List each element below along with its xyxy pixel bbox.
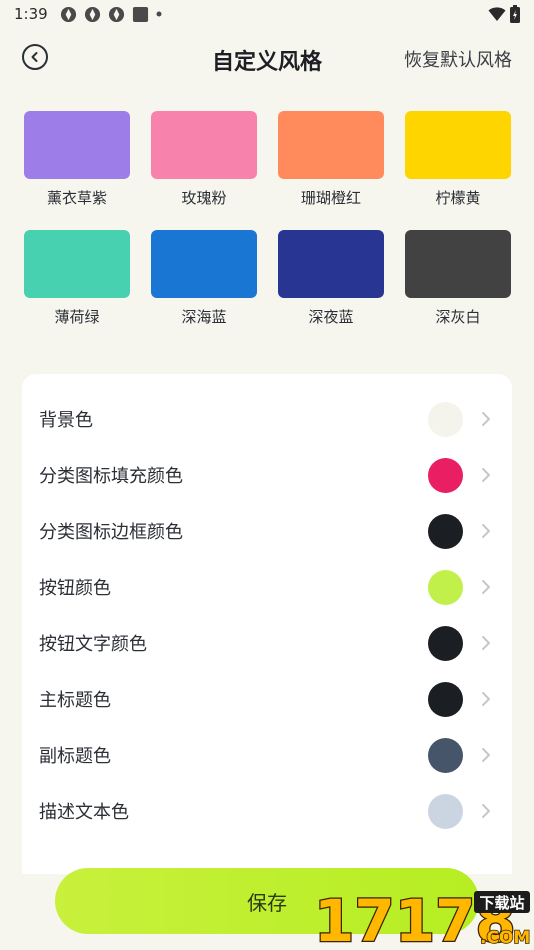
setting-label: 按钮文字颜色 — [39, 634, 147, 655]
chevron-right-icon — [482, 580, 490, 594]
notification-icons — [60, 6, 162, 23]
preset-swatch — [151, 111, 257, 179]
watermark-tag: 下载站 — [479, 894, 524, 912]
color-preview-dot — [428, 793, 463, 829]
setting-row-subtitle-color[interactable]: 副标题色 — [22, 727, 512, 783]
preset-swatch — [405, 111, 511, 179]
color-preview-dot — [428, 681, 463, 717]
color-preview-dot — [428, 457, 463, 493]
wifi-icon — [488, 7, 506, 21]
preset-label: 珊瑚橙红 — [300, 189, 361, 207]
preset-swatch — [278, 111, 384, 179]
preset-label: 深海蓝 — [181, 308, 227, 326]
status-bar: 1:39 — [0, 0, 534, 28]
setting-row-title-color[interactable]: 主标题色 — [22, 671, 512, 727]
more-notifications-dot-icon — [156, 11, 162, 17]
preset-label: 薰衣草紫 — [46, 189, 107, 207]
color-preview-dot — [428, 569, 463, 605]
preset-midnight-blue[interactable]: 深夜蓝 — [278, 230, 384, 327]
reset-default-style-button[interactable]: 恢复默认风格 — [404, 46, 512, 72]
setting-row-button-color[interactable]: 按钮颜色 — [22, 559, 512, 615]
setting-label: 主标题色 — [39, 690, 111, 711]
preset-label: 柠檬黄 — [435, 189, 481, 207]
color-preview-dot — [428, 401, 463, 437]
header: 自定义风格 恢复默认风格 — [0, 36, 534, 80]
setting-label: 分类图标边框颜色 — [39, 522, 183, 543]
battery-icon — [510, 5, 520, 23]
chevron-right-icon — [482, 804, 490, 818]
preset-grid: 薰衣草紫 玫瑰粉 珊瑚橙红 柠檬黄 薄荷绿 深海蓝 深夜蓝 深灰白 — [24, 111, 511, 327]
chevron-right-icon — [482, 748, 490, 762]
preset-swatch — [405, 230, 511, 298]
preset-dark-gray[interactable]: 深灰白 — [405, 230, 511, 327]
preset-label: 薄荷绿 — [54, 308, 100, 326]
setting-label: 分类图标填充颜色 — [39, 466, 183, 487]
setting-label: 背景色 — [39, 410, 93, 431]
preset-swatch — [24, 111, 130, 179]
setting-row-description-text-color[interactable]: 描述文本色 — [22, 783, 512, 839]
setting-row-background[interactable]: 背景色 — [22, 391, 512, 447]
setting-row-category-icon-fill[interactable]: 分类图标填充颜色 — [22, 447, 512, 503]
preset-coral-orange[interactable]: 珊瑚橙红 — [278, 111, 384, 208]
preset-swatch — [151, 230, 257, 298]
preset-deep-sea-blue[interactable]: 深海蓝 — [151, 230, 257, 327]
setting-label: 按钮颜色 — [39, 578, 111, 599]
preset-lavender[interactable]: 薰衣草紫 — [24, 111, 130, 208]
preset-mint-green[interactable]: 薄荷绿 — [24, 230, 130, 327]
status-time: 1:39 — [14, 5, 48, 23]
notification-app-icon — [108, 6, 124, 22]
preset-label: 深灰白 — [435, 308, 481, 326]
chevron-right-icon — [482, 692, 490, 706]
setting-label: 描述文本色 — [39, 802, 129, 823]
notification-app-icon — [60, 6, 76, 22]
preset-label: 深夜蓝 — [308, 308, 354, 326]
preset-rose-pink[interactable]: 玫瑰粉 — [151, 111, 257, 208]
notification-square-icon — [132, 6, 148, 22]
watermark-domain: .COM — [480, 928, 530, 948]
preset-label: 玫瑰粉 — [181, 189, 227, 207]
chevron-right-icon — [482, 636, 490, 650]
setting-row-category-icon-border[interactable]: 分类图标边框颜色 — [22, 503, 512, 559]
color-preview-dot — [428, 513, 463, 549]
status-right — [488, 5, 520, 23]
chevron-right-icon — [482, 524, 490, 538]
preset-lemon-yellow[interactable]: 柠檬黄 — [405, 111, 511, 208]
save-button-label: 保存 — [247, 890, 287, 915]
notification-app-icon — [84, 6, 100, 22]
setting-label: 副标题色 — [39, 746, 111, 767]
color-settings-card: 背景色 分类图标填充颜色 分类图标边框颜色 按钮颜色 按钮文字颜色 主标题色 副… — [22, 374, 512, 874]
preset-swatch — [278, 230, 384, 298]
color-preview-dot — [428, 625, 463, 661]
setting-row-button-text-color[interactable]: 按钮文字颜色 — [22, 615, 512, 671]
chevron-right-icon — [482, 412, 490, 426]
chevron-right-icon — [482, 468, 490, 482]
preset-swatch — [24, 230, 130, 298]
watermark-logo: 17178 下载站 .COM — [313, 886, 531, 949]
color-preview-dot — [428, 737, 463, 773]
